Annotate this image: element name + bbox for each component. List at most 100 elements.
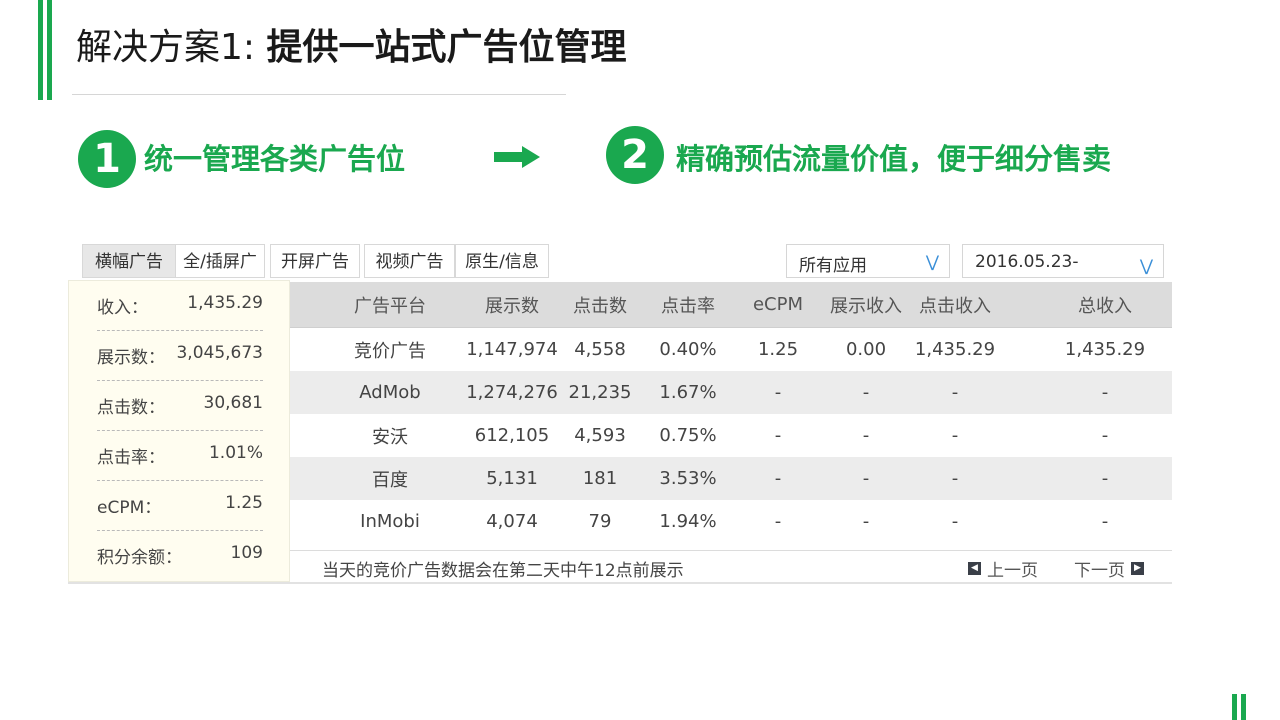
cell-platform: 安沃: [372, 426, 408, 448]
col-header-ctr: 点击率: [661, 295, 715, 317]
summary-row-clicks: 点击数： 30,681: [97, 381, 263, 431]
footer-note: 当天的竞价广告数据会在第二天中午12点前展示: [322, 561, 684, 581]
cell-platform: 百度: [372, 469, 408, 491]
cell-impressions: 1,147,974: [466, 339, 558, 360]
cell-total-revenue: -: [1101, 382, 1109, 403]
summary-label: eCPM：: [97, 498, 162, 518]
step2-number-badge: 2: [606, 126, 664, 184]
cell-ctr: 1.94%: [659, 511, 717, 532]
tab-banner-ads[interactable]: 横幅广告: [82, 244, 176, 278]
slide-title-light: 解决方案1:: [76, 27, 267, 68]
col-header-impression-revenue: 展示收入: [830, 295, 902, 317]
table-row: 安沃 612,105 4,593 0.75% - - - -: [290, 414, 1172, 457]
cell-click-revenue: 1,435.29: [914, 339, 996, 360]
tab-native-ads[interactable]: 原生/信息: [455, 244, 549, 278]
cell-platform: 竞价广告: [354, 340, 426, 362]
col-header-click-revenue: 点击收入: [919, 295, 991, 317]
summary-panel: 收入： 1,435.29 展示数： 3,045,673 点击数： 30,681 …: [68, 280, 290, 582]
prev-page-button[interactable]: ◀ 上一页: [968, 556, 1038, 581]
cell-total-revenue: -: [1101, 425, 1109, 446]
cell-clicks: 181: [582, 468, 618, 489]
table-row: 竞价广告 1,147,974 4,558 0.40% 1.25 0.00 1,4…: [290, 328, 1172, 371]
chevron-down-icon: ⋁: [925, 252, 939, 271]
summary-label: 点击数：: [97, 398, 165, 418]
widget-bottom-border: [68, 582, 1172, 584]
cell-click-revenue: -: [951, 511, 959, 532]
title-divider: [72, 94, 566, 95]
caret-left-icon: ◀: [968, 562, 981, 575]
summary-row-revenue: 收入： 1,435.29: [97, 281, 263, 331]
next-page-button[interactable]: 下一页 ▶: [1074, 556, 1144, 581]
date-select[interactable]: 2016.05.23- ⋁: [962, 244, 1164, 278]
slide-title: 解决方案1: 提供一站式广告位管理: [76, 18, 627, 78]
cell-impressions: 612,105: [474, 425, 550, 446]
col-header-total-revenue: 总收入: [1078, 295, 1132, 317]
cell-ctr: 1.67%: [659, 382, 717, 403]
table-row: InMobi 4,074 79 1.94% - - - -: [290, 500, 1172, 543]
slide-title-bold: 提供一站式广告位管理: [266, 27, 627, 68]
platform-table: 广告平台 展示数 点击数 点击率 eCPM 展示收入 点击收入 总收入 竞价广告…: [290, 282, 1172, 552]
arrow-right-icon: [494, 146, 540, 168]
step1-number-badge: 1: [78, 130, 136, 188]
col-header-impressions: 展示数: [485, 295, 539, 317]
cell-impression-revenue: -: [862, 382, 870, 403]
cell-impressions: 5,131: [486, 468, 538, 489]
summary-label: 收入：: [97, 298, 148, 318]
app-select-value: 所有应用: [799, 256, 867, 276]
chevron-down-icon: ⋁: [1139, 256, 1153, 275]
tab-interstitial-ads[interactable]: 全/插屏广: [175, 244, 265, 278]
cell-ctr: 0.40%: [659, 339, 717, 360]
col-header-platform: 广告平台: [354, 295, 426, 317]
accent-bar-left-2: [47, 0, 52, 100]
step2-text: 精确预估流量价值，便于细分售卖: [676, 142, 1112, 176]
cell-total-revenue: -: [1101, 511, 1109, 532]
cell-ecpm: -: [774, 425, 782, 446]
summary-value: 1,435.29: [187, 293, 263, 313]
cell-platform: InMobi: [360, 511, 420, 532]
summary-value: 3,045,673: [176, 343, 263, 363]
summary-row-ctr: 点击率： 1.01%: [97, 431, 263, 481]
cell-total-revenue: 1,435.29: [1064, 339, 1146, 360]
table-row: 百度 5,131 181 3.53% - - - -: [290, 457, 1172, 500]
date-select-value: 2016.05.23-: [975, 252, 1079, 272]
summary-label: 积分余额：: [97, 548, 182, 568]
table-header-row: 广告平台 展示数 点击数 点击率 eCPM 展示收入 点击收入 总收入: [290, 282, 1172, 328]
accent-bar-bottom-1: [1232, 694, 1237, 720]
cell-clicks: 4,558: [574, 339, 626, 360]
cell-impression-revenue: -: [862, 468, 870, 489]
summary-row-impressions: 展示数： 3,045,673: [97, 331, 263, 381]
cell-ctr: 3.53%: [659, 468, 717, 489]
summary-label: 点击率：: [97, 448, 165, 468]
cell-clicks: 21,235: [568, 382, 632, 403]
accent-bar-bottom-2: [1241, 694, 1246, 720]
cell-impression-revenue: -: [862, 511, 870, 532]
cell-ecpm: -: [774, 382, 782, 403]
summary-value: 109: [230, 543, 263, 563]
cell-ctr: 0.75%: [659, 425, 717, 446]
cell-clicks: 79: [588, 511, 612, 532]
cell-click-revenue: -: [951, 468, 959, 489]
cell-impressions: 4,074: [486, 511, 538, 532]
prev-page-label: 上一页: [987, 561, 1038, 581]
cell-ecpm: -: [774, 511, 782, 532]
tab-splash-ads[interactable]: 开屏广告: [270, 244, 360, 278]
summary-value: 1.25: [225, 493, 263, 513]
summary-label: 展示数：: [97, 348, 165, 368]
table-row: AdMob 1,274,276 21,235 1.67% - - - -: [290, 371, 1172, 414]
next-page-label: 下一页: [1074, 561, 1125, 581]
col-header-clicks: 点击数: [573, 295, 627, 317]
tab-video-ads[interactable]: 视频广告: [364, 244, 455, 278]
cell-impression-revenue: -: [862, 425, 870, 446]
cell-platform: AdMob: [359, 382, 421, 403]
cell-ecpm: -: [774, 468, 782, 489]
cell-click-revenue: -: [951, 382, 959, 403]
summary-row-points-balance: 积分余额： 109: [97, 531, 263, 581]
cell-ecpm: 1.25: [757, 339, 799, 360]
summary-value: 1.01%: [208, 443, 263, 463]
cell-clicks: 4,593: [574, 425, 626, 446]
cell-impression-revenue: 0.00: [845, 339, 887, 360]
summary-value: 30,681: [203, 393, 263, 413]
summary-row-ecpm: eCPM： 1.25: [97, 481, 263, 531]
caret-right-icon: ▶: [1131, 562, 1144, 575]
app-select[interactable]: 所有应用 ⋁: [786, 244, 950, 278]
